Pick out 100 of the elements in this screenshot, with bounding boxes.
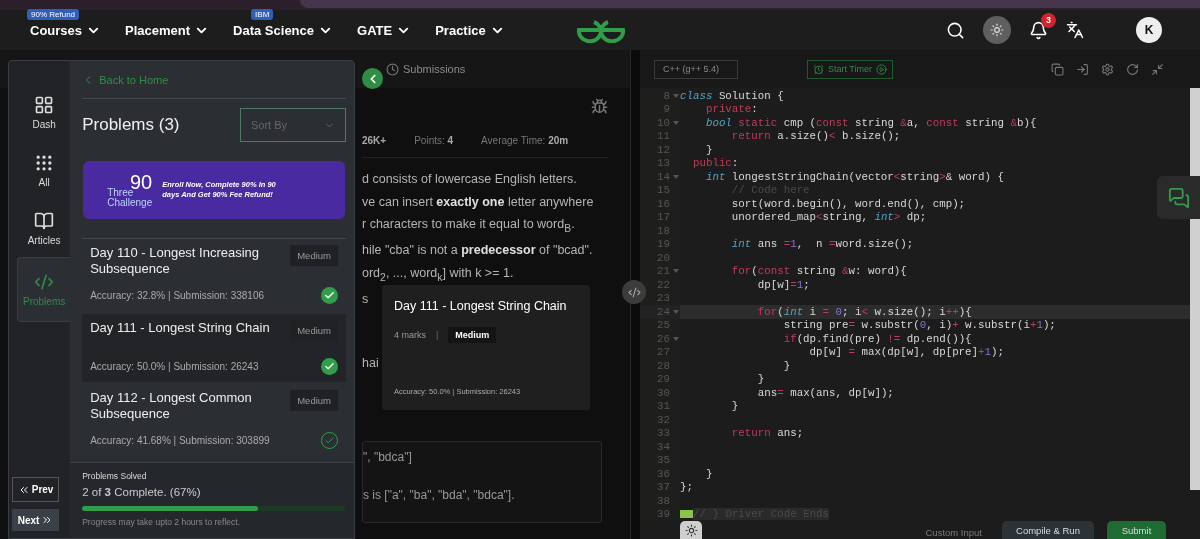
problem-text: ord$_{2}$, ..., word$_{k}$] with k >= 1. [362, 265, 514, 284]
problem-title: Day 111 - Longest String Chain [90, 320, 271, 336]
notification-count: 3 [1041, 12, 1056, 28]
code-line: for(const string &w: word){ [730, 265, 907, 278]
rail-nav-item[interactable]: Articles [17, 199, 71, 257]
code-line: sort(word.begin(), word.end(), cmp); [730, 197, 966, 210]
line-number: 31 [656, 400, 670, 413]
nav-menu-item[interactable]: GATE [357, 22, 412, 38]
problem-stat: Average Time: 20m [481, 135, 569, 146]
submissions-tab[interactable]: Submissions [403, 63, 466, 75]
nav-menu-item[interactable]: Practice [435, 22, 505, 38]
problem-title: Day 112 - Longest Common Subsequence [90, 390, 253, 422]
problem-list-item[interactable]: Day 111 - Longest String Chain Medium Accuracy: 50.0% | Submission: 26243 [82, 314, 346, 382]
theme-toggle-button[interactable] [983, 16, 1011, 44]
problem-title: Day 110 - Longest Increasing Subsequence [90, 245, 261, 277]
custom-input-toggle[interactable]: Custom Input [925, 527, 982, 538]
nav-menu-item[interactable]: Data Science [233, 22, 333, 38]
problem-text: ve can insert exactly one letter anywhere [362, 194, 594, 210]
bug-icon[interactable] [591, 98, 608, 115]
play-icon [876, 63, 887, 75]
nav-badge: 90% Refund [27, 8, 80, 20]
line-number: 38 [656, 494, 670, 507]
bell-icon [1029, 20, 1048, 40]
line-number: 20 [656, 251, 670, 264]
fold-arrow-icon[interactable] [672, 93, 679, 98]
next-button[interactable]: Next [12, 509, 60, 531]
code-line: } [704, 467, 713, 480]
fold-arrow-icon[interactable] [672, 174, 679, 179]
problem-text: d consists of lowercase English letters. [362, 172, 577, 187]
search-icon[interactable] [946, 20, 965, 40]
compile-run-button[interactable]: Compile & Run [1002, 521, 1094, 539]
settings-icon[interactable] [1101, 62, 1114, 76]
fold-arrow-icon[interactable] [672, 269, 679, 274]
line-number: 37 [656, 481, 670, 494]
line-number: 34 [656, 440, 670, 453]
theme-button[interactable] [680, 521, 702, 539]
line-number: 32 [656, 413, 670, 426]
separator: | [436, 330, 439, 340]
line-number: 21 [656, 265, 670, 278]
sun-icon [990, 23, 1004, 37]
problem-stats: Accuracy: 32.8% | Submission: 338106 [90, 290, 264, 301]
difficulty-tag: Medium [290, 245, 338, 266]
chat-icon [1167, 186, 1190, 209]
copy-icon[interactable] [1051, 62, 1064, 76]
code-line: } [730, 400, 739, 413]
code-icon [34, 272, 55, 292]
collapse-icon[interactable] [1151, 62, 1164, 76]
nav-menu-item[interactable]: Placement [125, 22, 210, 38]
progress-heading: Problems Solved [82, 471, 148, 481]
login-icon[interactable] [1076, 62, 1089, 76]
problem-text: hile "cba" is not a predecessor of "bcad". [362, 243, 593, 258]
chat-button[interactable] [1157, 176, 1200, 219]
problem-stats: Accuracy: 50.0% | Submission: 26243 [90, 361, 259, 372]
code-line: dp[w] = max(dp[w], dp[pre]+1); [808, 346, 1004, 359]
clock-icon [386, 62, 399, 76]
tooltip-title: Day 111 - Longest String Chain [394, 299, 568, 313]
progress-summary: 2 of 3 Complete. (67%) [82, 486, 202, 498]
line-number: 30 [656, 386, 670, 399]
submit-button[interactable]: Submit [1107, 521, 1166, 539]
line-number: 28 [656, 359, 670, 372]
refresh-icon[interactable] [1126, 62, 1139, 76]
language-dropdown[interactable]: C++ (g++ 5.4) [654, 59, 738, 79]
line-number: 39 [656, 508, 670, 521]
code-line: } [756, 373, 765, 386]
translate-icon[interactable] [1066, 21, 1084, 39]
code-line: } [704, 143, 713, 156]
fold-marker-icon[interactable] [680, 510, 693, 519]
fold-arrow-icon[interactable] [672, 120, 679, 125]
problem-list-item[interactable]: Day 110 - Longest Increasing Subsequence Medium Accuracy: 32.8% | Submission: 338106 [82, 239, 346, 311]
problem-text: hai [362, 356, 379, 371]
code-line: class Solution { [680, 89, 784, 102]
nav-menu-item[interactable]: Courses [30, 22, 102, 38]
rail-nav-item[interactable]: Dash [17, 83, 71, 141]
alarm-clock-icon [813, 63, 824, 75]
line-number: 22 [656, 278, 670, 291]
logo-icon [575, 17, 627, 43]
problem-stats: Accuracy: 41.68% | Submission: 303899 [90, 435, 270, 446]
fold-arrow-icon[interactable] [672, 309, 679, 314]
dashboard-icon [34, 94, 55, 115]
fold-arrow-icon[interactable] [672, 336, 679, 341]
prev-button[interactable]: Prev [12, 477, 60, 502]
problem-text: s [362, 291, 369, 307]
problem-list-item[interactable]: Day 112 - Longest Common Subsequence Medium Accuracy: 41.68% | Submission: 303899 [82, 384, 346, 456]
code-line: for(int i = 0; i< w.size(); i++){ [756, 305, 972, 318]
start-timer-button[interactable]: Start Timer [807, 59, 893, 79]
tooltip-marks: 4 marks [394, 330, 426, 340]
line-number: 36 [656, 467, 670, 480]
user-avatar[interactable]: K [1136, 17, 1162, 43]
code-line: if(dp.find(pre) != dp.end()){ [782, 332, 972, 345]
code-line: bool static cmp (const string &a, const string &b){ [704, 116, 1037, 129]
line-number: 29 [656, 373, 670, 386]
rail-nav-item[interactable]: All [17, 141, 71, 199]
code-line: }; [680, 481, 693, 494]
problems-title: Problems (3) [82, 115, 180, 135]
code-line: return ans; [730, 427, 804, 440]
progress-note: Progress may take upto 2 hours to reflect. [82, 517, 241, 527]
notifications-button[interactable] [1029, 20, 1048, 40]
sun-icon [684, 523, 698, 537]
problem-stat: 26K+ [362, 135, 387, 146]
code-line: unordered_map<string, int> dp; [730, 211, 927, 224]
